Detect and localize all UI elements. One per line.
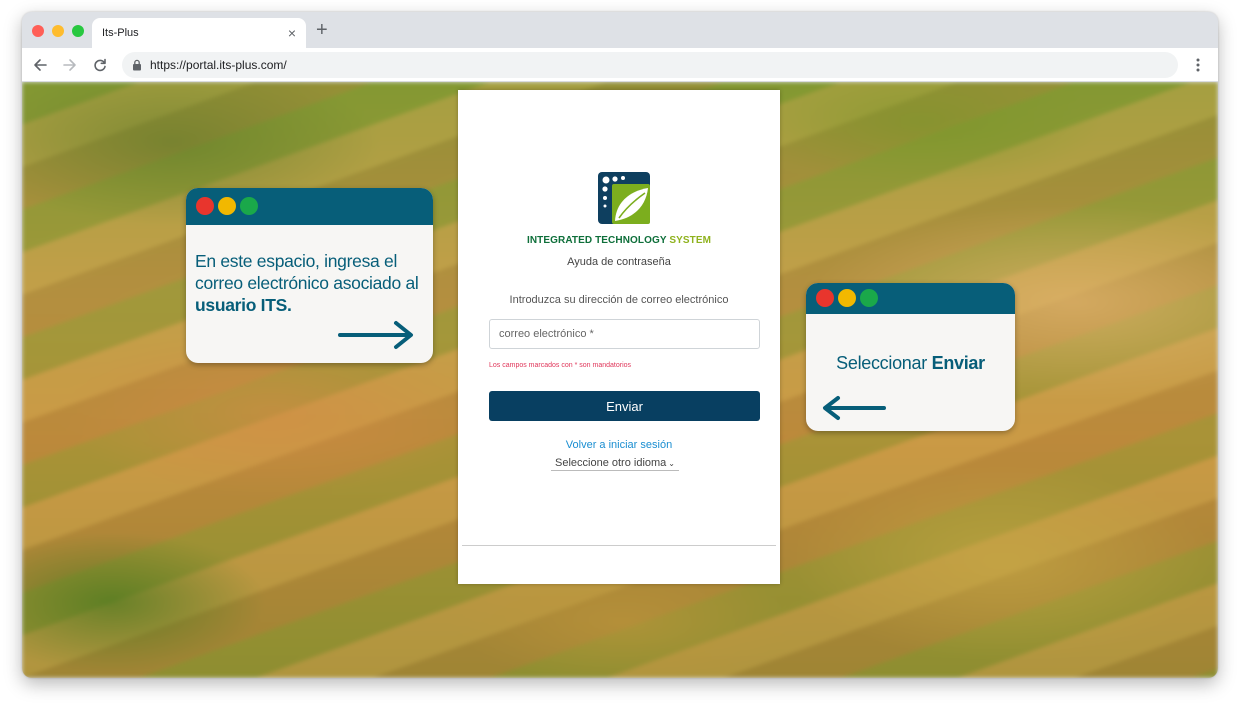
callout-email-text-bold: usuario ITS. — [195, 295, 292, 315]
page-content: INTEGRATED TECHNOLOGY SYSTEM Ayuda de co… — [22, 82, 1218, 678]
minimize-window-button[interactable] — [52, 25, 64, 37]
callout-submit-instruction: Seleccionar Enviar — [806, 283, 1015, 431]
url-text: https://portal.its-plus.com/ — [150, 58, 287, 72]
address-bar[interactable]: https://portal.its-plus.com/ — [122, 52, 1178, 78]
callout-email-instruction: En este espacio, ingresa el correo elect… — [186, 188, 433, 363]
password-help-card: INTEGRATED TECHNOLOGY SYSTEM Ayuda de co… — [458, 90, 780, 584]
lock-icon — [132, 59, 142, 71]
callout-email-text-main: En este espacio, ingresa el correo elect… — [195, 251, 419, 293]
tab-close-icon[interactable]: × — [288, 26, 296, 40]
chevron-down-icon: ⌄ — [668, 459, 675, 468]
new-tab-button[interactable]: + — [316, 20, 328, 40]
callout-submit-text-bold: Enviar — [931, 353, 986, 373]
callout-header — [806, 283, 1015, 314]
brand-wordmark-part1: INTEGRATED TECHNOLOGY — [526, 235, 667, 246]
callout-red-dot — [816, 289, 834, 307]
page-subtitle: Ayuda de contraseña — [567, 256, 671, 268]
arrow-right-icon — [338, 321, 413, 349]
callout-email-text: En este espacio, ingresa el correo elect… — [195, 250, 431, 316]
brand-wordmark: INTEGRATED TECHNOLOGY SYSTEM — [458, 235, 780, 246]
language-selector-label: Seleccione otro idioma — [555, 457, 667, 469]
callout-submit-text: Seleccionar Enviar — [806, 353, 1015, 374]
maximize-window-button[interactable] — [72, 25, 84, 37]
callout-header — [186, 188, 433, 225]
forward-arrow-icon[interactable] — [60, 55, 80, 75]
callout-green-dot — [240, 197, 258, 215]
mandatory-note: Los campos marcados con * son mandatorio… — [489, 362, 632, 369]
tab-its-plus[interactable]: Its-Plus × — [92, 18, 306, 48]
kebab-menu-icon[interactable] — [1188, 55, 1208, 75]
email-field[interactable] — [489, 319, 760, 349]
arrow-left-icon — [823, 396, 886, 420]
card-divider — [462, 545, 776, 546]
tab-title: Its-Plus — [102, 27, 139, 39]
language-selector[interactable]: Seleccione otro idioma ⌄ — [551, 457, 679, 471]
callout-dots — [816, 289, 878, 307]
its-logo — [598, 172, 650, 224]
browser-toolbar: https://portal.its-plus.com/ — [22, 48, 1218, 82]
submit-button[interactable]: Enviar — [489, 391, 760, 421]
back-arrow-icon[interactable] — [30, 55, 50, 75]
window-controls — [32, 25, 84, 37]
instruction-text: Introduzca su dirección de correo electr… — [509, 294, 729, 306]
callout-red-dot — [196, 197, 214, 215]
callout-dots — [196, 197, 258, 215]
reload-icon[interactable] — [90, 55, 110, 75]
back-to-login-link[interactable]: Volver a iniciar sesión — [458, 439, 780, 451]
tab-strip: Its-Plus × + — [22, 12, 1218, 48]
callout-yellow-dot — [218, 197, 236, 215]
close-window-button[interactable] — [32, 25, 44, 37]
callout-yellow-dot — [838, 289, 856, 307]
brand-wordmark-part2: SYSTEM — [669, 235, 712, 246]
callout-submit-text-main: Seleccionar — [836, 353, 932, 373]
callout-green-dot — [860, 289, 878, 307]
